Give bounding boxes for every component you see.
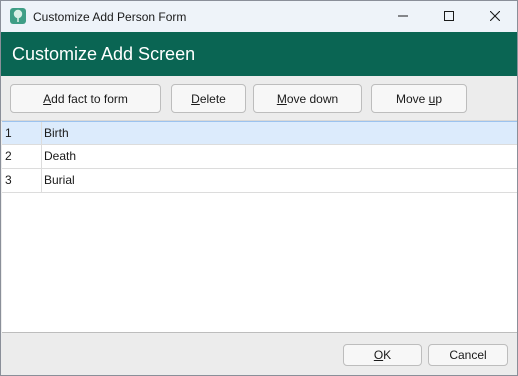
list-item-name: Burial [44, 173, 75, 187]
delete-label-post: elete [199, 91, 226, 106]
header-band: Customize Add Screen [1, 32, 517, 76]
move-up-button[interactable]: Move up [371, 84, 467, 113]
ok-label-post: K [383, 348, 392, 362]
move-up-accesskey: u [428, 91, 436, 106]
maximize-button[interactable] [426, 1, 472, 32]
list-item-name: Birth [44, 126, 69, 140]
toolbar: Add fact to form Delete Move down Move u… [1, 76, 517, 121]
page-title: Customize Add Screen [12, 44, 196, 64]
list-item-number: 1 [2, 122, 42, 145]
move-down-label-post: ove down [286, 91, 339, 106]
list-item-number: 2 [2, 145, 42, 168]
title-bar: Customize Add Person Form [1, 1, 517, 32]
delete-button[interactable]: Delete [171, 84, 246, 113]
move-down-button[interactable]: Move down [253, 84, 362, 113]
customize-add-person-window: Customize Add Person Form Customize Add … [0, 0, 518, 376]
list-item-number: 3 [2, 169, 42, 192]
move-down-accesskey: M [276, 91, 287, 106]
tree-app-icon [10, 8, 26, 24]
list-item-birth[interactable]: 1 Birth [2, 121, 517, 145]
add-fact-accesskey: A [43, 91, 52, 106]
add-fact-to-form-button[interactable]: Add fact to form [10, 84, 161, 113]
list-item-death[interactable]: 2 Death [2, 145, 517, 169]
close-button[interactable] [472, 1, 518, 32]
minimize-icon [398, 15, 408, 17]
list-item-burial[interactable]: 3 Burial [2, 169, 517, 193]
dialog-footer: OK Cancel [1, 334, 517, 375]
window-title: Customize Add Person Form [33, 10, 187, 24]
ok-button[interactable]: OK [343, 344, 422, 366]
add-fact-label-post: dd fact to form [51, 91, 128, 106]
maximize-icon [444, 11, 454, 21]
delete-accesskey: D [191, 91, 200, 106]
move-up-label-post: p [435, 91, 443, 106]
ok-accesskey: O [373, 348, 384, 362]
list-item-name: Death [44, 149, 77, 163]
close-icon [490, 11, 500, 21]
move-up-label-pre: Move [395, 91, 429, 106]
cancel-button[interactable]: Cancel [428, 344, 508, 366]
minimize-button[interactable] [380, 1, 426, 32]
facts-list: 1 Birth 2 Death 3 Burial [2, 121, 517, 333]
